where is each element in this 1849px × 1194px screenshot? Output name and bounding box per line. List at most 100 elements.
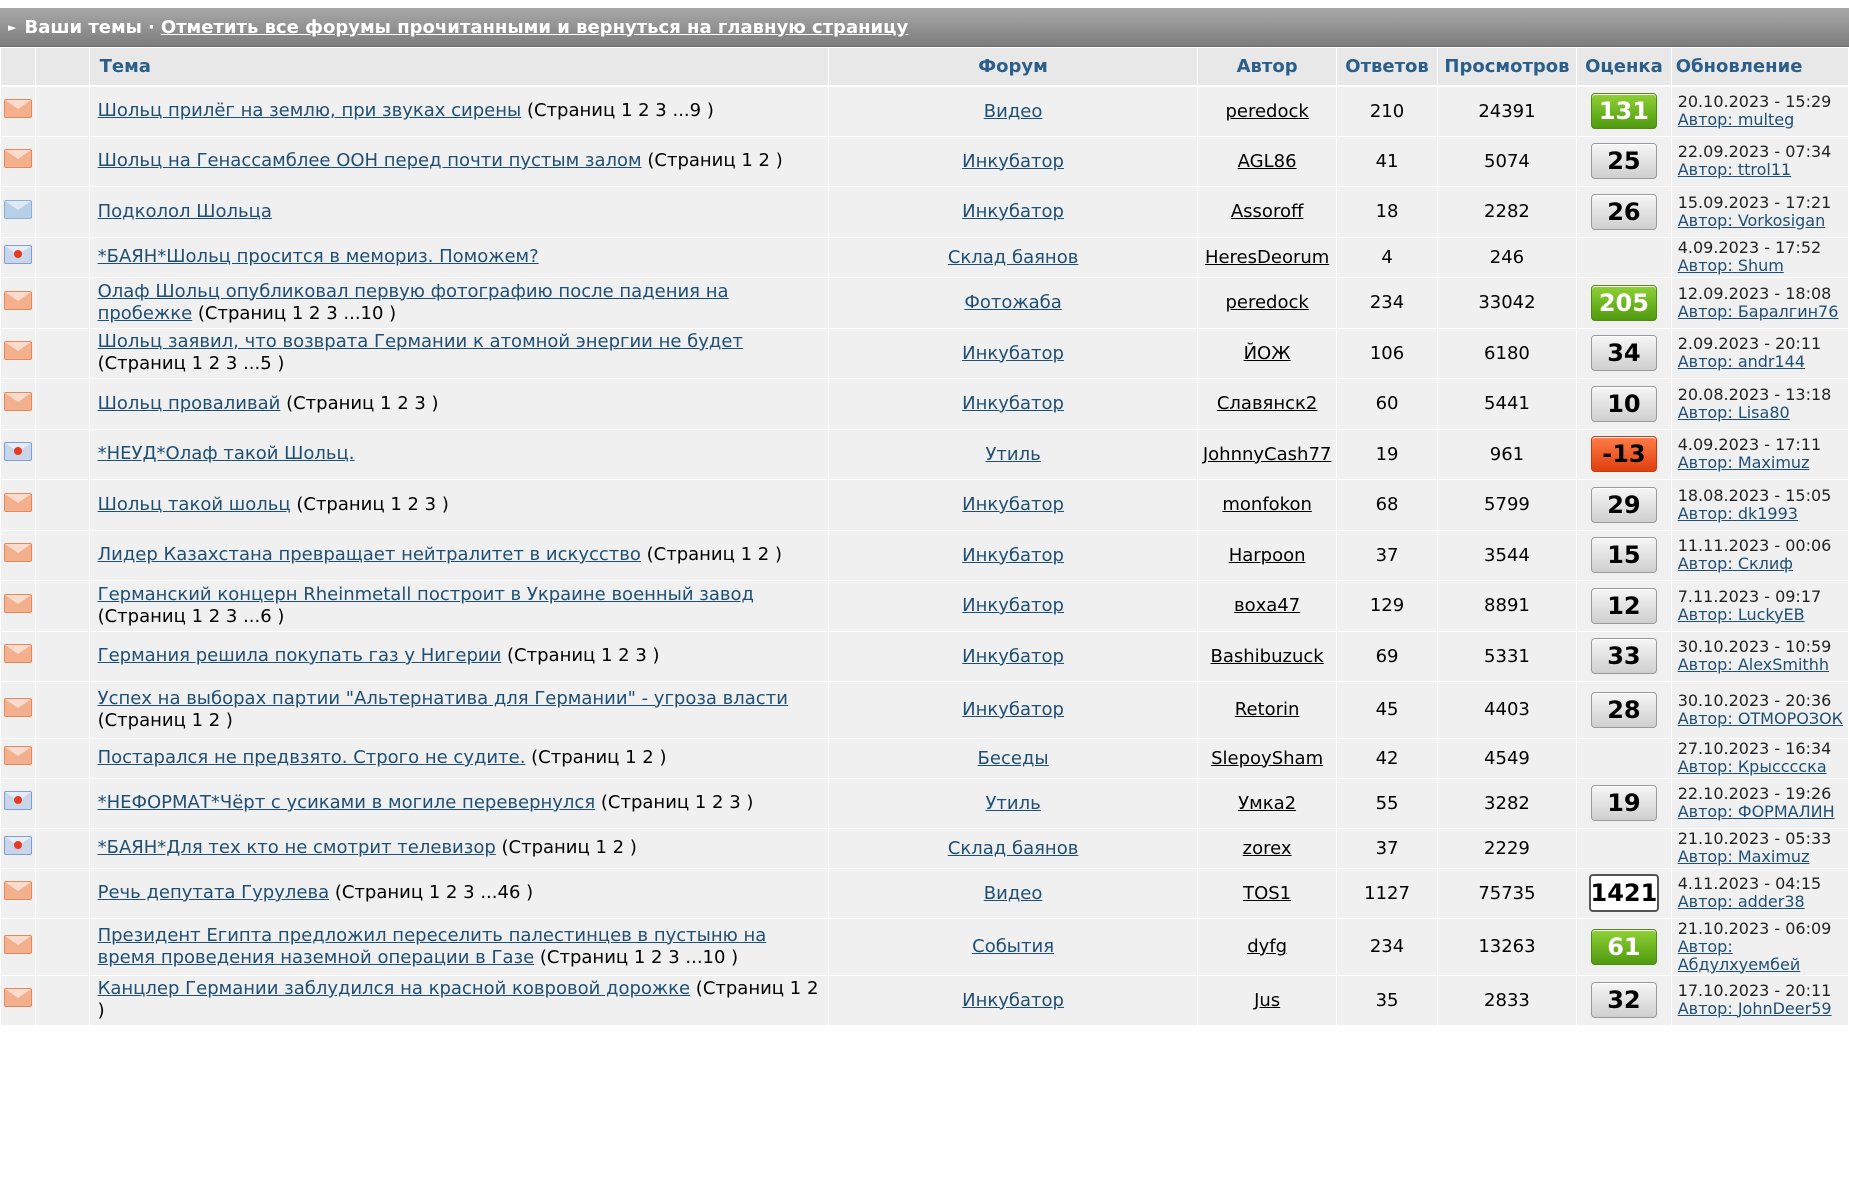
forum-link[interactable]: Видео (984, 883, 1043, 904)
last-poster-link[interactable]: Автор: dk1993 (1678, 504, 1798, 523)
topic-title-link[interactable]: Лидер Казахстана превращает нейтралитет … (98, 544, 641, 565)
forum-link[interactable]: События (972, 936, 1054, 957)
topic-title-link[interactable]: *БАЯН*Для тех кто не смотрит телевизор (98, 837, 496, 858)
author-link[interactable]: zorex (1243, 838, 1292, 859)
topic-title-link[interactable]: Речь депутата Гурулева (98, 882, 330, 903)
last-poster-link[interactable]: Автор: AlexSmithh (1678, 655, 1829, 674)
forum-link[interactable]: Склад баянов (948, 838, 1079, 859)
last-poster-link[interactable]: Автор: Shum (1678, 256, 1784, 275)
mail-icon (4, 341, 33, 360)
forum-link[interactable]: Инкубатор (962, 494, 1064, 515)
author-link[interactable]: Умка2 (1238, 793, 1296, 814)
author-link[interactable]: Jus (1254, 990, 1280, 1011)
last-poster-link[interactable]: Автор: Maximuz (1678, 847, 1810, 866)
topic-pages[interactable]: (Страниц 1 2 3 ...6 ) (98, 606, 285, 627)
topic-title-link[interactable]: Шольц проваливай (98, 393, 281, 414)
topic-pages[interactable]: (Страниц 1 2 ) (502, 837, 637, 858)
forum-link[interactable]: Инкубатор (962, 151, 1064, 172)
topic-title-link[interactable]: Подколол Шольца (98, 201, 272, 222)
column-header-topic[interactable]: Тема (88, 47, 830, 87)
forum-link[interactable]: Инкубатор (962, 646, 1064, 667)
author-link[interactable]: Славянск2 (1217, 393, 1318, 414)
forum-link[interactable]: Инкубатор (962, 393, 1064, 414)
forum-link[interactable]: Инкубатор (962, 699, 1064, 720)
column-header-replies[interactable]: Ответов (1336, 47, 1438, 87)
last-poster-link[interactable]: Автор: ФОРМАЛИН (1678, 802, 1835, 821)
last-poster-link[interactable]: Автор: andr144 (1678, 352, 1805, 371)
topic-pages[interactable]: (Страниц 1 2 3 ...46 ) (335, 882, 533, 903)
topic-title-link[interactable]: Канцлер Германии заблудился на красной к… (98, 978, 690, 999)
last-poster-link[interactable]: Автор: Vorkosigan (1678, 211, 1826, 230)
topic-pages[interactable]: (Страниц 1 2 3 ...10 ) (540, 947, 738, 968)
topic-pages[interactable]: (Страниц 1 2 ) (647, 150, 782, 171)
topic-pages[interactable]: (Страниц 1 2 ) (531, 747, 666, 768)
author-link[interactable]: Bashibuzuck (1211, 646, 1324, 667)
topic-title-link[interactable]: Шольц прилёг на землю, при звуках сирены (98, 100, 522, 121)
author-link[interactable]: SlepoySham (1211, 748, 1323, 769)
last-poster-link[interactable]: Автор: JohnDeer59 (1678, 999, 1832, 1018)
last-poster-link[interactable]: Автор: LuckyEB (1678, 605, 1805, 624)
author-link[interactable]: Harpoon (1229, 545, 1306, 566)
author-link[interactable]: peredock (1225, 292, 1308, 313)
topic-pages[interactable]: (Страниц 1 2 ) (98, 710, 233, 731)
forum-link[interactable]: Фотожаба (964, 292, 1061, 313)
last-poster-link[interactable]: Автор: Крысссска (1678, 757, 1827, 776)
author-link[interactable]: ЙОЖ (1244, 343, 1291, 364)
topic-pages[interactable]: (Страниц 1 2 3 ) (286, 393, 439, 414)
topic-title-link[interactable]: Олаф Шольц опубликовал первую фотографию… (98, 281, 729, 324)
author-link[interactable]: peredock (1225, 101, 1308, 122)
forum-link[interactable]: Инкубатор (962, 990, 1064, 1011)
topic-title-link[interactable]: Шольц на Генассамблее ООН перед почти пу… (98, 150, 642, 171)
topic-pages[interactable]: (Страниц 1 2 ) (647, 544, 782, 565)
last-poster-link[interactable]: Автор: multeg (1678, 110, 1795, 129)
topic-pages[interactable]: (Страниц 1 2 3 ) (507, 645, 660, 666)
author-link[interactable]: Assoroff (1231, 201, 1304, 222)
forum-link[interactable]: Инкубатор (962, 545, 1064, 566)
column-header-views[interactable]: Просмотров (1436, 47, 1578, 87)
author-link[interactable]: HeresDeorum (1205, 247, 1329, 268)
topic-pages[interactable]: (Страниц 1 2 3 ...10 ) (198, 303, 396, 324)
mark-all-read-link[interactable]: Отметить все форумы прочитанными и верну… (161, 17, 908, 38)
forum-link[interactable]: Беседы (978, 748, 1049, 769)
topic-pages[interactable]: (Страниц 1 2 3 ...5 ) (98, 353, 285, 374)
topic-title-link[interactable]: Шольц заявил, что возврата Германии к ат… (98, 331, 743, 352)
forum-link[interactable]: Утиль (985, 444, 1040, 465)
author-link[interactable]: dyfg (1247, 936, 1287, 957)
author-link[interactable]: TOS1 (1243, 883, 1291, 904)
column-header-rating[interactable]: Оценка (1576, 47, 1672, 87)
column-header-forum[interactable]: Форум (828, 47, 1198, 87)
forum-link[interactable]: Видео (984, 101, 1043, 122)
author-link[interactable]: JohnnyCash77 (1203, 444, 1332, 465)
last-poster-link[interactable]: Автор: Maximuz (1678, 453, 1810, 472)
last-poster-link[interactable]: Автор: Баралгин76 (1678, 302, 1839, 321)
forum-link[interactable]: Инкубатор (962, 201, 1064, 222)
topic-pages[interactable]: (Страниц 1 2 3 ) (296, 494, 449, 515)
author-link[interactable]: Retorin (1235, 699, 1300, 720)
author-link[interactable]: monfokon (1222, 494, 1312, 515)
topic-title-link[interactable]: *НЕФОРМАТ*Чёрт с усиками в могиле переве… (98, 792, 596, 813)
last-poster-link[interactable]: Автор: ttrol11 (1678, 160, 1792, 179)
author-link[interactable]: AGL86 (1238, 151, 1297, 172)
last-poster-link[interactable]: Автор: Склиф (1678, 554, 1793, 573)
last-poster-link[interactable]: Автор: ОТМОРОЗОК (1678, 709, 1843, 728)
author-link[interactable]: воха47 (1234, 595, 1300, 616)
rating-badge: 29 (1590, 486, 1657, 523)
column-header-update[interactable]: Обновление (1670, 47, 1849, 87)
forum-link[interactable]: Утиль (985, 793, 1040, 814)
topic-pages[interactable]: (Страниц 1 2 3 ) (601, 792, 754, 813)
topic-title-link[interactable]: *БАЯН*Шольц просится в мемориз. Поможем? (98, 246, 539, 267)
topic-pages[interactable]: (Страниц 1 2 3 ...9 ) (527, 100, 714, 121)
topic-title-link[interactable]: *НЕУД*Олаф такой Шольц. (98, 443, 355, 464)
topic-title-link[interactable]: Постарался не предвзято. Строго не судит… (98, 747, 526, 768)
column-header-author[interactable]: Автор (1196, 47, 1338, 87)
forum-link[interactable]: Инкубатор (962, 595, 1064, 616)
topic-title-link[interactable]: Германский концерн Rheinmetall построит … (98, 584, 754, 605)
last-poster-link[interactable]: Автор: Абдулхуембей (1678, 937, 1801, 974)
forum-link[interactable]: Инкубатор (962, 343, 1064, 364)
forum-link[interactable]: Склад баянов (948, 247, 1079, 268)
last-poster-link[interactable]: Автор: Lisa80 (1678, 403, 1790, 422)
topic-title-link[interactable]: Германия решила покупать газ у Нигерии (98, 645, 502, 666)
last-poster-link[interactable]: Автор: adder38 (1678, 892, 1805, 911)
topic-title-link[interactable]: Шольц такой шольц (98, 494, 291, 515)
topic-title-link[interactable]: Успех на выборах партии "Альтернатива дл… (98, 688, 788, 709)
